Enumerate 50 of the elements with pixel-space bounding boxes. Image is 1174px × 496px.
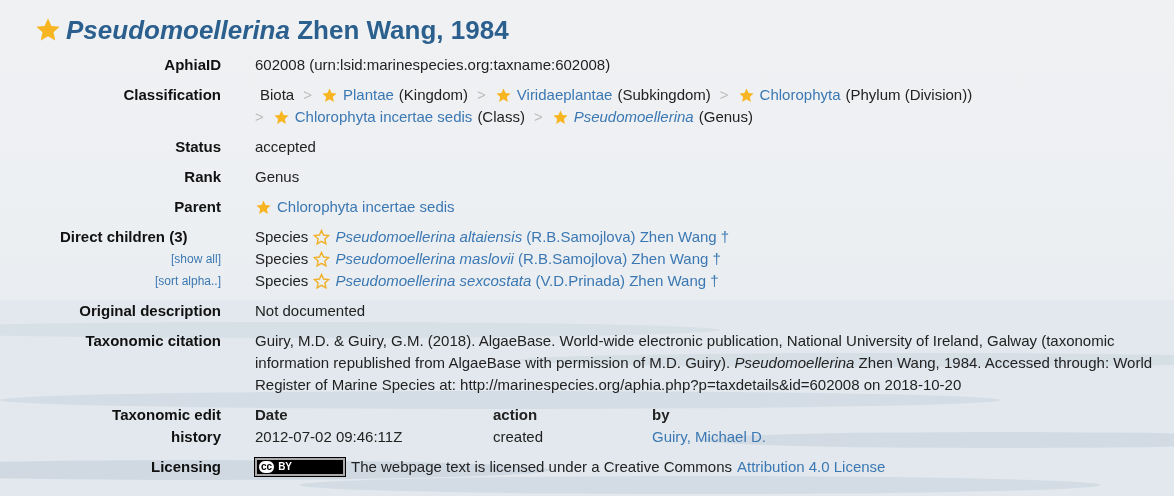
taxon-link[interactable]: Pseudomoellerina — [573, 106, 694, 128]
list-option-link[interactable]: [show all] — [170, 248, 221, 270]
field-value: accepted — [255, 137, 317, 157]
separator: > — [719, 85, 729, 105]
field-value: 602008 (urn:lsid:marinespecies.org:taxname:602008) — [255, 55, 612, 75]
taxon-name: Biota — [260, 85, 295, 105]
taxon-link[interactable]: Pseudomoellerina sexcostata (V.D.Prinada) Zhen Wang † — [335, 270, 719, 292]
separator: > — [477, 85, 486, 105]
field-label: Classification — [123, 85, 221, 105]
taxon-link[interactable]: Viridaeplantae — [516, 84, 613, 106]
column-header: Date — [255, 405, 289, 425]
rank-text: (Kingdom) — [398, 85, 469, 105]
field-label: Licensing — [151, 457, 221, 477]
field-label: Direct children (3) — [60, 227, 188, 247]
field-label: Status — [175, 137, 221, 157]
taxon-name: Pseudomoellerina Zhen Wang, 1984 — [66, 14, 509, 46]
rank-text: (Genus) — [698, 107, 753, 127]
separator: > — [303, 85, 312, 105]
table-cell-text: created — [493, 427, 545, 447]
separator: > — [533, 107, 543, 127]
field-label: AphiaID — [164, 55, 221, 75]
taxon-link[interactable]: Chlorophyta incertae sedis — [294, 106, 473, 128]
rank-text: (Subkingdom) — [617, 85, 711, 105]
rank-text: Species — [255, 271, 309, 291]
field-value: Genus — [255, 167, 301, 187]
license-badge[interactable]: cc BY — [255, 458, 345, 476]
list-option-link[interactable]: [sort alpha..] — [154, 270, 221, 292]
license-text: The webpage text is licensed under a Creative Commons — [351, 457, 733, 477]
field-value: Not documented — [255, 301, 367, 321]
separator: > — [255, 107, 264, 127]
rank-text: Species — [255, 249, 309, 269]
column-header: action — [493, 405, 539, 425]
rank-text: (Phylum (Division)) — [845, 85, 973, 105]
field-label: Taxonomic citation — [85, 331, 221, 351]
field-label: Parent — [174, 197, 221, 217]
taxon-link[interactable]: Plantae — [342, 84, 394, 106]
taxon-link[interactable]: Chlorophyta incertae sedis — [277, 196, 455, 218]
editor-link[interactable]: Guiry, Michael D. — [652, 428, 766, 445]
taxon-link[interactable]: Chlorophyta — [759, 84, 841, 106]
field-label: Rank — [184, 167, 221, 187]
field-label: Original description — [79, 301, 221, 321]
citation-text: Guiry, M.D. & Guiry, G.M. (2018). AlgaeBase. World-wide electronic publication, National University of Ireland, Galway (taxonomic information republished from AlgaeBase with permission of M.D. Guiry). Pseudomoellerina Zhen Wang, 1984. Accessed through: World Register of Marine Species at: http://marinespecies.org/aphia.php?p=taxdetails&id=602008 on 2018-10-20 — [255, 331, 1154, 395]
taxon-link[interactable]: Pseudomoellerina altaiensis (R.B.Samojlova) Zhen Wang † — [335, 226, 730, 248]
rank-text: (Class) — [477, 107, 525, 127]
rank-text: Species — [255, 227, 309, 247]
table-cell-text: 2012-07-02 09:46:11Z — [255, 427, 404, 447]
field-label: Taxonomic edit history — [111, 405, 221, 447]
taxon-link[interactable]: Pseudomoellerina maslovii (R.B.Samojlova) Zhen Wang † — [335, 248, 721, 270]
column-header: by — [652, 405, 671, 425]
license-link[interactable]: Attribution 4.0 License — [737, 456, 886, 478]
